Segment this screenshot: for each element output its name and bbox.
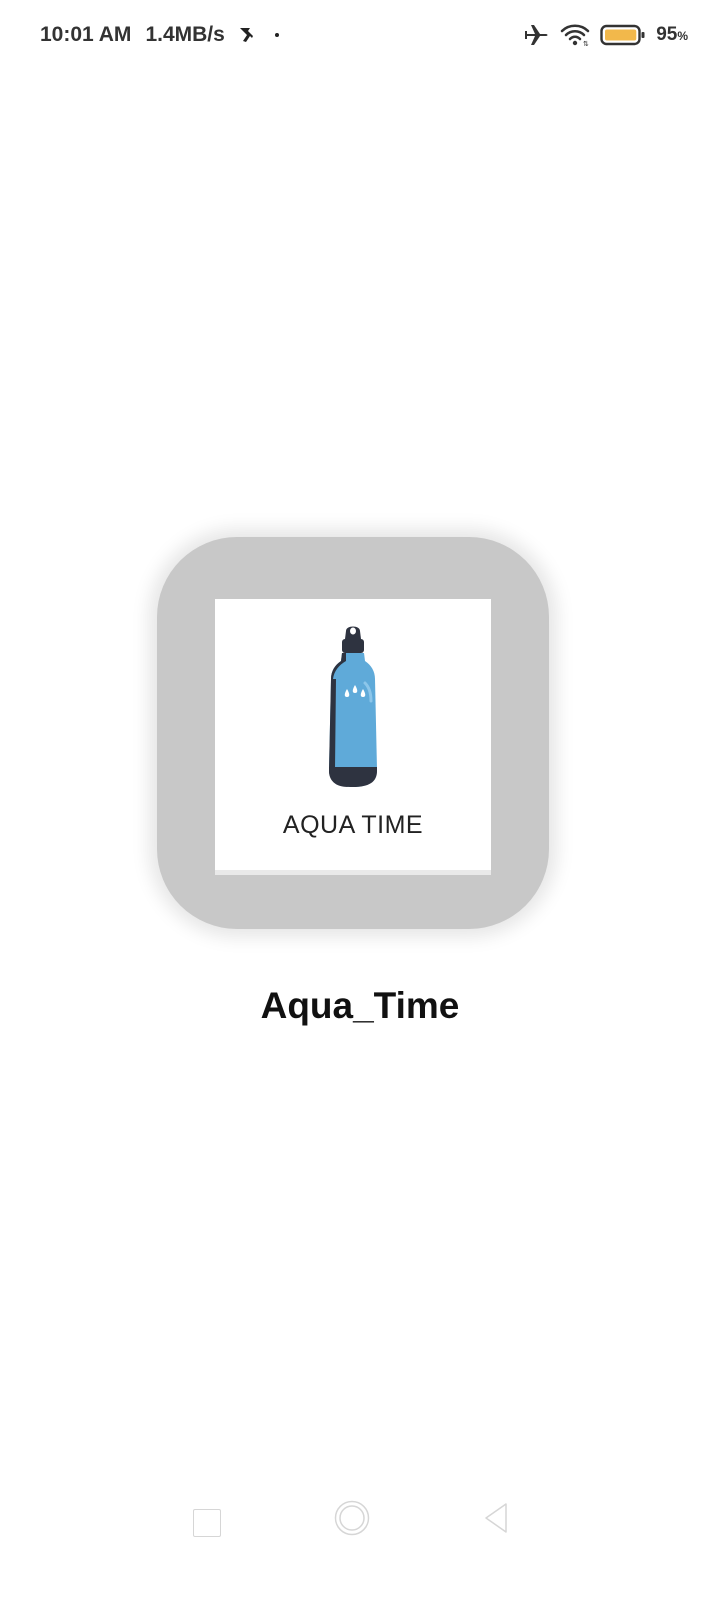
status-bar: 10:01 AM 1.4MB/s ⇅ 95%	[0, 0, 720, 70]
status-time: 10:01 AM	[40, 23, 132, 46]
wifi-icon: ⇅	[560, 24, 590, 47]
app-name-title: Aqua_Time	[260, 985, 460, 1026]
water-bottle-icon	[329, 626, 377, 787]
notification-icon	[239, 28, 253, 42]
recents-button[interactable]	[193, 1509, 221, 1537]
back-button[interactable]	[483, 1502, 509, 1534]
airplane-mode-icon	[525, 25, 548, 45]
home-button[interactable]	[334, 1500, 370, 1536]
battery-percentage: 95%	[656, 24, 688, 46]
app-logo-card: AQUA TIME	[157, 537, 549, 929]
battery-icon	[600, 24, 645, 46]
app-logo: AQUA TIME	[215, 599, 491, 875]
battery-percent-value: 95	[656, 24, 678, 45]
network-speed: 1.4MB/s	[145, 23, 225, 46]
splash-screen: 10:01 AM 1.4MB/s ⇅ 95% AQUA TIME Aqua_Ti…	[0, 0, 720, 1600]
notification-dot-icon	[274, 33, 279, 37]
status-right: ⇅ 95%	[524, 20, 688, 50]
navigation-bar	[0, 1480, 720, 1570]
logo-text: AQUA TIME	[282, 811, 424, 839]
battery-percent-suffix: %	[677, 29, 688, 43]
svg-text:⇅: ⇅	[583, 40, 589, 47]
status-left: 10:01 AM 1.4MB/s	[40, 20, 279, 50]
